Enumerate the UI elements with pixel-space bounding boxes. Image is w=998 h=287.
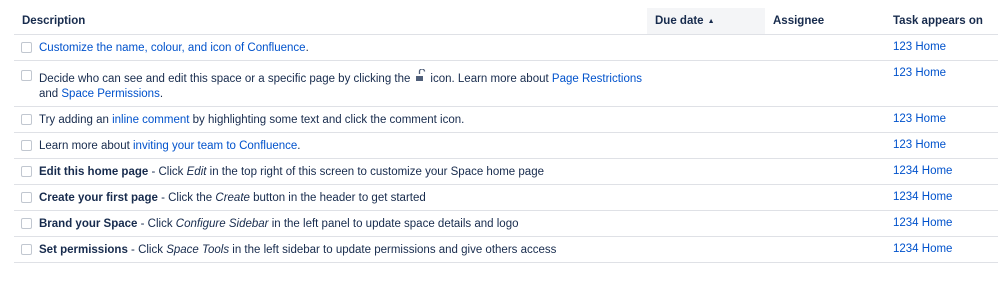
column-header-due-date[interactable]: Due date ▲: [647, 8, 765, 34]
appears-on-cell: 1234 Home: [885, 237, 998, 262]
appears-on-cell: 123 Home: [885, 133, 998, 158]
assignee-cell: [765, 107, 885, 132]
space-permissions-link[interactable]: Space Permissions: [61, 88, 159, 100]
page-link[interactable]: 1234 Home: [893, 217, 952, 229]
assignee-cell: [765, 211, 885, 236]
task-description: Set permissions - Click Space Tools in t…: [14, 237, 647, 262]
due-date-cell: [647, 237, 765, 262]
table-row: Decide who can see and edit this space o…: [14, 61, 998, 107]
page-link[interactable]: 1234 Home: [893, 243, 952, 255]
due-date-cell: [647, 107, 765, 132]
due-date-cell: [647, 211, 765, 236]
checkbox-icon[interactable]: [21, 192, 32, 203]
checkbox-icon[interactable]: [21, 166, 32, 177]
task-description: Brand your Space - Click Configure Sideb…: [14, 211, 647, 236]
assignee-cell: [765, 185, 885, 210]
task-description: Create your first page - Click the Creat…: [14, 185, 647, 210]
table-row: Set permissions - Click Space Tools in t…: [14, 237, 998, 263]
appears-on-cell: 1234 Home: [885, 185, 998, 210]
due-date-cell: [647, 35, 765, 60]
task-description: Learn more about inviting your team to C…: [14, 133, 647, 158]
invite-team-link[interactable]: inviting your team to Confluence: [133, 140, 297, 152]
table-header: Description Due date ▲ Assignee Task app…: [14, 8, 998, 35]
assignee-cell: [765, 133, 885, 158]
page-link[interactable]: 1234 Home: [893, 191, 952, 203]
appears-on-cell: 123 Home: [885, 35, 998, 60]
due-date-cell: [647, 133, 765, 158]
task-description: Edit this home page - Click Edit in the …: [14, 159, 647, 184]
checkbox-icon[interactable]: [21, 244, 32, 255]
checkbox-icon[interactable]: [21, 140, 32, 151]
appears-on-cell: 123 Home: [885, 61, 998, 106]
task-description: Customize the name, colour, and icon of …: [14, 35, 647, 60]
table-row: Brand your Space - Click Configure Sideb…: [14, 211, 998, 237]
page-link[interactable]: 123 Home: [893, 139, 946, 151]
table-row: Try adding an inline comment by highligh…: [14, 107, 998, 133]
checkbox-icon[interactable]: [21, 42, 32, 53]
assignee-cell: [765, 237, 885, 262]
page-link[interactable]: 123 Home: [893, 67, 946, 79]
assignee-cell: [765, 159, 885, 184]
table-row: Learn more about inviting your team to C…: [14, 133, 998, 159]
table-row: Create your first page - Click the Creat…: [14, 185, 998, 211]
due-date-cell: [647, 61, 765, 106]
page-link[interactable]: 123 Home: [893, 41, 946, 53]
table-row: Edit this home page - Click Edit in the …: [14, 159, 998, 185]
assignee-cell: [765, 61, 885, 106]
checkbox-icon[interactable]: [21, 70, 32, 81]
inline-comment-link[interactable]: inline comment: [112, 114, 189, 126]
column-header-task-appears-on[interactable]: Task appears on: [885, 8, 998, 34]
checkbox-icon[interactable]: [21, 218, 32, 229]
sort-ascending-icon: ▲: [707, 17, 715, 25]
assignee-cell: [765, 35, 885, 60]
checkbox-icon[interactable]: [21, 114, 32, 125]
due-date-cell: [647, 185, 765, 210]
page-link[interactable]: 1234 Home: [893, 165, 952, 177]
page-restrictions-link[interactable]: Page Restrictions: [552, 73, 642, 85]
task-report-table: Description Due date ▲ Assignee Task app…: [14, 8, 998, 263]
task-link[interactable]: Customize the name, colour, and icon of …: [39, 42, 306, 54]
appears-on-cell: 1234 Home: [885, 211, 998, 236]
column-header-description[interactable]: Description: [14, 8, 647, 34]
due-date-cell: [647, 159, 765, 184]
unlock-icon[interactable]: [413, 69, 427, 83]
task-description: Try adding an inline comment by highligh…: [14, 107, 647, 132]
task-description: Decide who can see and edit this space o…: [14, 61, 647, 106]
appears-on-cell: 123 Home: [885, 107, 998, 132]
appears-on-cell: 1234 Home: [885, 159, 998, 184]
column-header-assignee[interactable]: Assignee: [765, 8, 885, 34]
table-row: Customize the name, colour, and icon of …: [14, 35, 998, 61]
page-link[interactable]: 123 Home: [893, 113, 946, 125]
